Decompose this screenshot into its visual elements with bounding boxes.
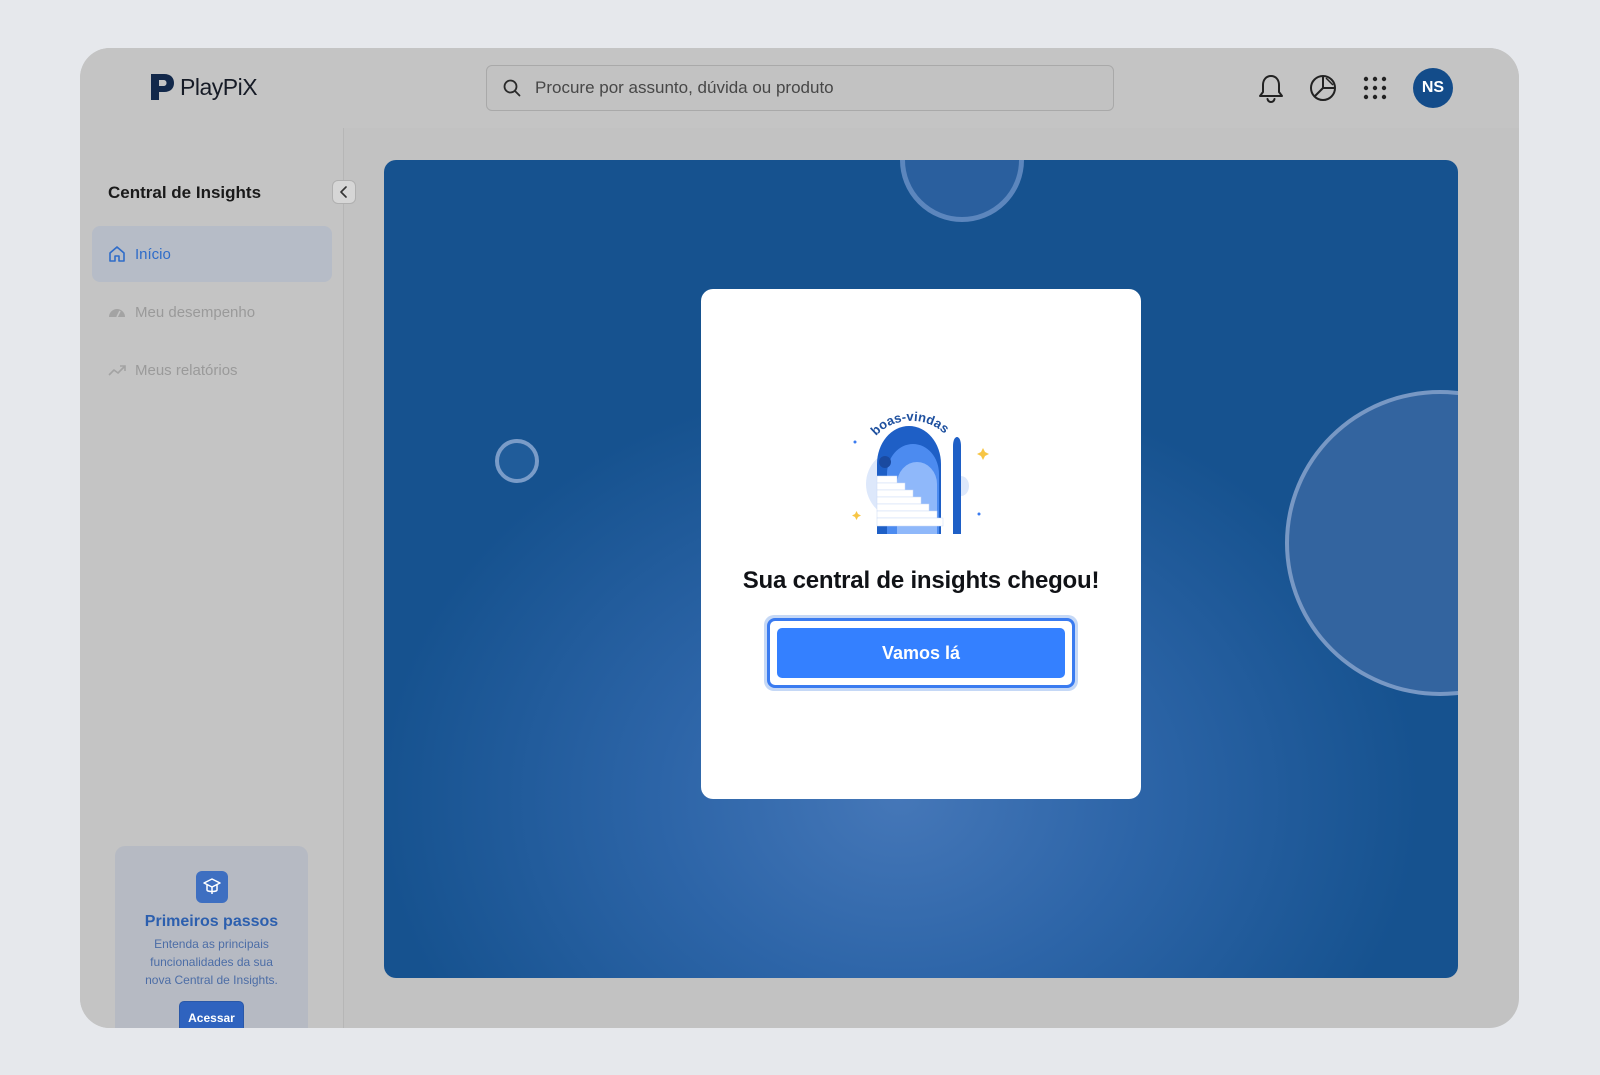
brand-name: PlayPiX	[180, 73, 258, 100]
cta-outline: Vamos lá	[767, 618, 1075, 688]
sidebar-item-meu-desempenho[interactable]: Meu desempenho	[92, 284, 332, 340]
card-description: Entenda as principais funcionalidades da…	[145, 937, 278, 987]
header-actions: NS	[1255, 68, 1453, 108]
sidebar-item-label: Início	[135, 245, 171, 263]
logo-icon	[151, 74, 174, 100]
apps-button[interactable]	[1359, 72, 1391, 104]
top-header: PlayPiX Procure por assunto, dúvida ou p…	[80, 48, 1519, 128]
welcome-illustration: boas-vindas	[852, 409, 989, 534]
decorative-circle	[1285, 390, 1458, 696]
search-bar[interactable]	[486, 65, 1114, 111]
chevron-left-icon	[340, 186, 347, 198]
sidebar-item-label: Meu desempenho	[135, 303, 256, 321]
user-avatar[interactable]: NS	[1413, 68, 1453, 108]
sidebar-nav: Início Meu desempenho Meus relatórios	[92, 226, 332, 400]
bell-icon	[1259, 75, 1283, 103]
modal-title: Sua central de insights chegou!	[742, 567, 1100, 594]
first-steps-card: Primeiros passos Entenda as principais f…	[115, 846, 308, 1028]
pie-chart-icon	[1310, 75, 1336, 101]
acessar-button[interactable]: Acessar	[179, 1001, 244, 1028]
sidebar-item-inicio[interactable]: Início	[92, 226, 332, 282]
insights-button[interactable]	[1307, 72, 1339, 104]
sidebar: Central de Insights Início Meu desempenh…	[80, 128, 344, 1028]
apps-grid-icon	[1363, 76, 1387, 100]
notifications-button[interactable]	[1255, 72, 1287, 104]
graduation-icon	[195, 871, 228, 903]
card-title: Primeiros passos	[144, 913, 279, 930]
brand-logo[interactable]: PlayPiX	[148, 72, 258, 102]
gauge-icon	[109, 309, 125, 318]
trend-up-icon	[108, 365, 126, 376]
sidebar-item-label: Meus relatórios	[135, 361, 238, 379]
search-icon	[503, 79, 521, 97]
home-icon	[109, 246, 125, 262]
cta-focus-ring: Vamos lá	[764, 615, 1078, 691]
decorative-circle	[900, 160, 1024, 222]
welcome-banner: boas-vindas Sua central de insights cheg…	[384, 160, 1458, 978]
vamos-la-button[interactable]: Vamos lá	[777, 628, 1065, 678]
welcome-modal: boas-vindas Sua central de insights cheg…	[701, 289, 1141, 799]
decorative-circle	[495, 439, 539, 483]
search-input[interactable]	[535, 78, 1075, 98]
sidebar-item-meus-relatorios[interactable]: Meus relatórios	[92, 342, 332, 398]
collapse-sidebar-button[interactable]	[332, 180, 356, 204]
app-window: PlayPiX Procure por assunto, dúvida ou p…	[80, 48, 1519, 1028]
sidebar-title: Central de Insights	[108, 183, 262, 202]
